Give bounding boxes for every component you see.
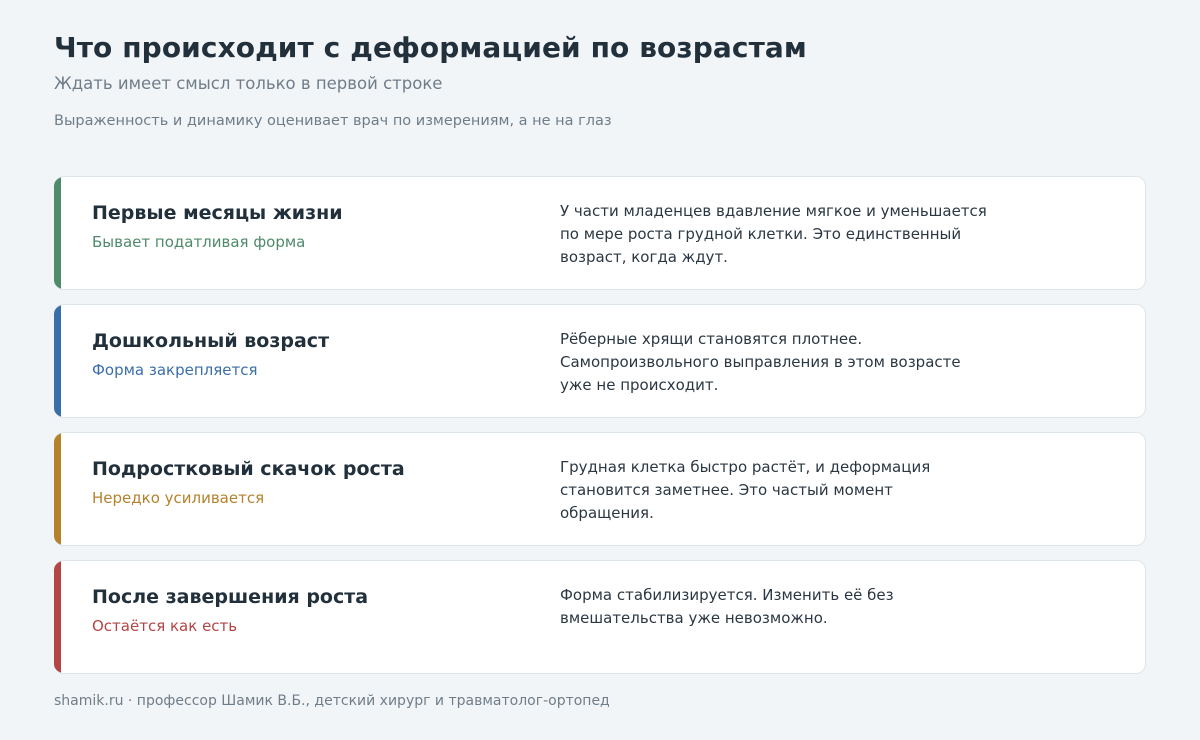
stage-accent-bar <box>54 177 61 289</box>
stage-description: Рёберные хрящи становятся плотнее. Самоп… <box>560 330 961 394</box>
page-subtitle: Ждать имеет смысл только в первой строке <box>54 74 443 93</box>
footer-credit: shamik.ru · профессор Шамик В.Б., детски… <box>54 693 610 709</box>
age-stages-list: Первые месяцы жизни Бывает податливая фо… <box>54 176 1146 688</box>
stage-status: Бывает податливая форма <box>92 233 306 251</box>
stage-description: У части младенцев вдавление мягкое и уме… <box>560 202 987 266</box>
stage-status: Нередко усиливается <box>92 489 265 507</box>
page-note: Выраженность и динамику оценивает врач п… <box>54 113 612 129</box>
stage-card-preschool: Дошкольный возраст Форма закрепляется Рё… <box>54 304 1146 418</box>
stage-title: Подростковый скачок роста <box>92 458 405 480</box>
stage-card-infancy: Первые месяцы жизни Бывает податливая фо… <box>54 176 1146 290</box>
stage-accent-bar <box>54 433 61 545</box>
stage-title: Дошкольный возраст <box>92 330 330 352</box>
stage-description: Грудная клетка быстро растёт, и деформац… <box>560 458 931 522</box>
stage-description: Форма стабилизируется. Изменить её без в… <box>560 586 894 627</box>
page-title: Что происходит с деформацией по возраста… <box>54 31 807 64</box>
stage-title: После завершения роста <box>92 586 369 608</box>
stage-card-after-growth: После завершения роста Остаётся как есть… <box>54 560 1146 674</box>
stage-accent-bar <box>54 561 61 673</box>
stage-status: Форма закрепляется <box>92 361 258 379</box>
stage-title: Первые месяцы жизни <box>92 202 343 224</box>
stage-card-adolescence: Подростковый скачок роста Нередко усилив… <box>54 432 1146 546</box>
stage-accent-bar <box>54 305 61 417</box>
stage-status: Остаётся как есть <box>92 617 238 635</box>
